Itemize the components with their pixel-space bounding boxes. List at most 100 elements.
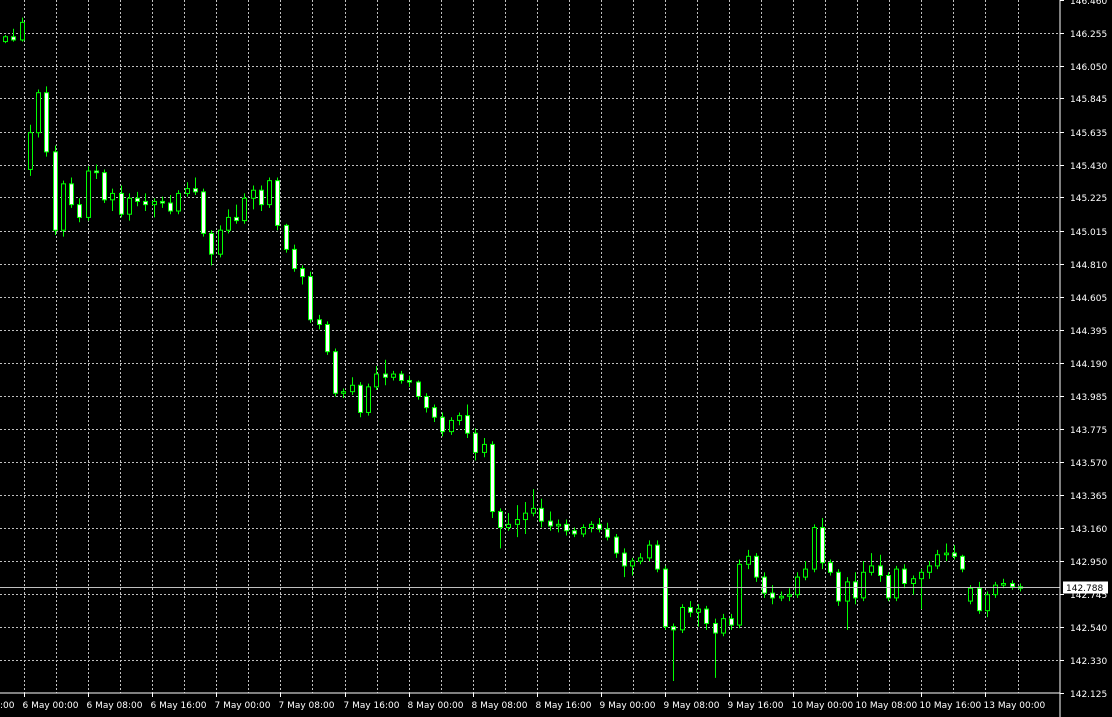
candle-body-bear [655,544,660,570]
price-tick-label: 144.605 [1070,294,1107,304]
price-tick-label: 145.430 [1070,162,1107,172]
candle [333,348,338,397]
candle-body-bear [572,530,577,535]
candle-body-bull [127,197,132,215]
price-chart[interactable]: 146.460 146.255 146.050 145.845 145.635 145.4… [0,0,1112,717]
candle-body-bull [869,565,874,573]
candle-body-bear [886,575,891,599]
candle-body-bull [944,552,949,556]
candle-body-bear [440,416,445,433]
candle-body-bear [729,618,734,626]
candle-body-bear [308,276,313,321]
price-tick-label: 145.635 [1070,129,1107,139]
candle-body-bull [927,565,932,573]
candle [894,565,899,602]
candle-body-bull [993,584,998,596]
candle-body-bear [193,188,198,193]
candle-body-bull [803,568,808,578]
candle-body-bear [102,172,107,201]
candle-body-bull [779,595,784,599]
price-tick-label: 145.845 [1070,95,1107,105]
time-tick-label: 10 May 16:00 [920,701,982,711]
candle-body-bear [284,224,289,250]
candle-body-bull [457,415,462,421]
current-price-label: 142.788 [1066,584,1103,594]
candle [680,604,685,634]
candle-body-bear [770,592,775,599]
candle [490,441,495,518]
candle-body-bull [341,391,346,394]
candle-body-bear [828,562,833,573]
candle-body-bear [77,204,82,218]
candle-body-bear [259,189,264,206]
candle-body-bear [300,268,305,278]
candle-body-bull [523,512,528,521]
current-price-tag: 142.788 [1063,581,1108,594]
candle-body-bear [754,555,759,578]
price-tick-label: 143.160 [1070,525,1107,535]
candle [242,193,247,224]
candle-body-bear [952,552,957,557]
candle-body-bear [498,511,503,529]
candle-body-bear [977,587,982,612]
candle-body-bull [638,557,643,562]
candle [267,177,272,208]
time-tick-label: 6 May 16:00 [151,701,207,711]
candle-body-bear [424,395,429,409]
time-tick-label: 7 May 00:00 [215,701,271,711]
candle [754,553,759,582]
candle-body-bull [935,554,940,567]
candle-body-bear [333,351,338,394]
candle [102,169,107,204]
candle-body-bull [110,192,115,201]
candle-body-bear [383,373,388,378]
candle-body-bull [1001,582,1006,586]
candle-body-bear [548,520,553,527]
candle-body-bear [432,407,437,418]
candle-body-bull [985,594,990,612]
candle [886,572,891,602]
candle [655,540,660,573]
time-tick-label: 9 May 16:00 [728,701,784,711]
candle-body-bear [713,622,718,634]
candle-body-bear [358,384,363,413]
candle-body-bull [28,132,33,170]
price-tick-label: 144.810 [1070,261,1107,271]
candle-body-bull [61,183,66,231]
time-tick-label: 7 May 08:00 [279,701,335,711]
chart-background [0,0,1112,717]
candle [36,89,41,138]
candle-body-bear [135,197,140,202]
candle [201,188,206,237]
candle-body-bear [119,192,124,215]
candle-body-bull [581,527,586,535]
price-tick-label: 142.950 [1070,558,1107,568]
price-tick-label: 144.190 [1070,360,1107,370]
candle [44,86,49,157]
candle-body-bull [350,384,355,393]
price-tick-label: 143.365 [1070,492,1107,502]
price-tick-label: 145.225 [1070,194,1107,204]
time-tick-label: 9 May 00:00 [600,701,656,711]
candle-body-bull [374,373,379,388]
candle-body-bull [630,560,635,567]
time-tick-label: 6 May 00:00 [23,701,79,711]
price-tick-label: 142.125 [1070,690,1107,700]
candle [812,524,817,573]
candlestick-chart[interactable]: 146.460 146.255 146.050 145.845 145.635 145.4… [0,0,1112,717]
candle-body-bull [152,200,157,206]
candle [358,382,363,418]
candle-body-bull [812,527,817,570]
candle-body-bear [94,170,99,174]
candle-body-bull [506,523,511,529]
candle-body-bear [209,232,214,255]
candle [275,177,280,231]
candle-body-bull [737,563,742,626]
candle-body-bull [482,443,487,453]
candle-body-bull [267,180,272,206]
candle-body-bear [663,568,668,628]
candle [53,145,58,235]
candle-body-bull [86,170,91,218]
candle-body-bull [391,373,396,378]
price-tick-label: 143.985 [1070,393,1107,403]
